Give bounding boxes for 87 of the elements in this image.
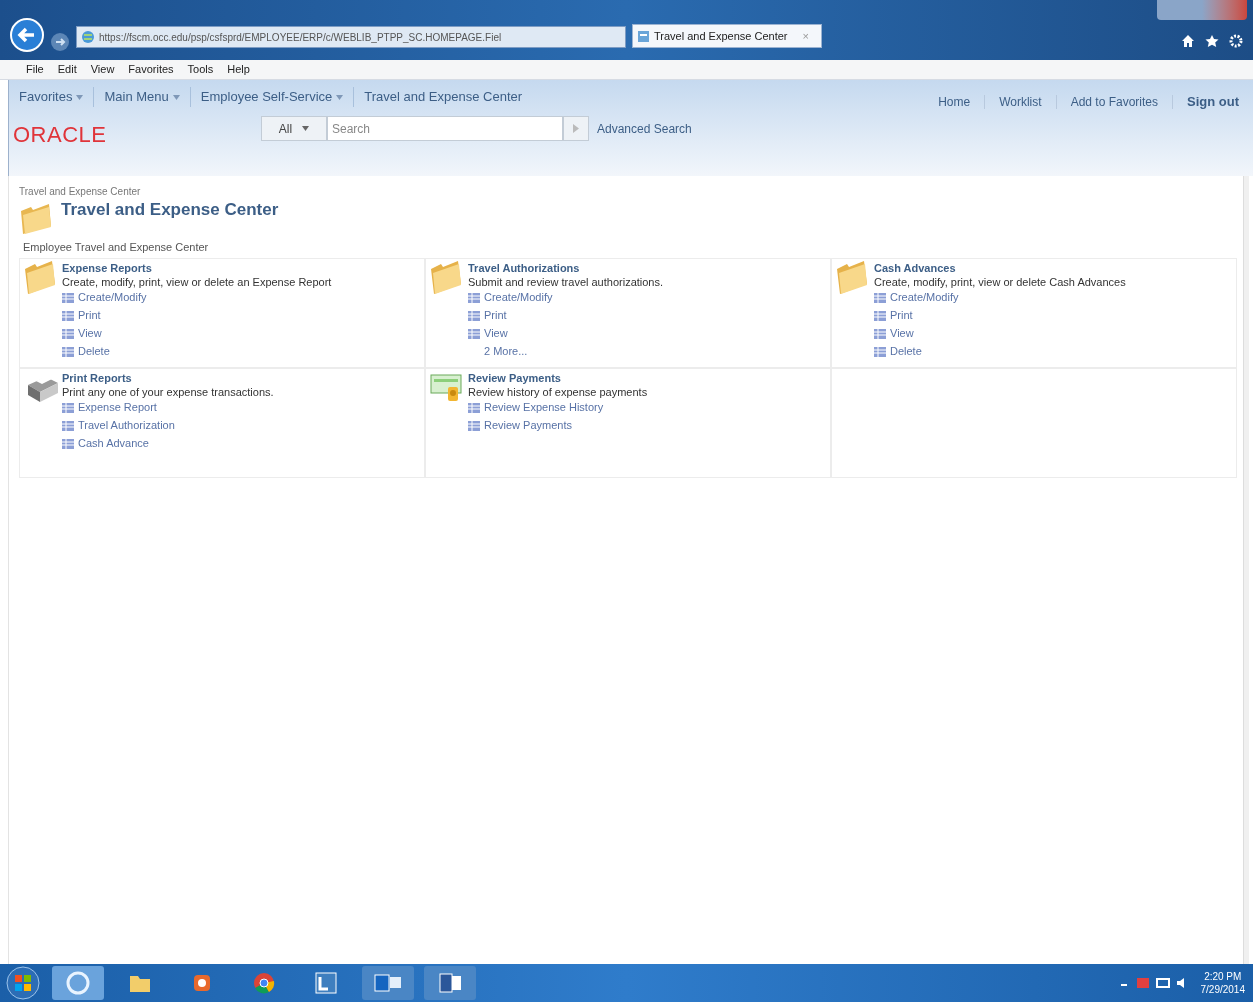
tile-link[interactable]: Delete — [890, 343, 922, 360]
menu-item[interactable]: Tools — [187, 61, 214, 78]
list-icon — [62, 310, 74, 321]
header-link[interactable]: Worklist — [999, 92, 1042, 111]
menu-item[interactable]: Help — [227, 61, 250, 78]
start-button[interactable] — [4, 965, 42, 1001]
mail-icon[interactable] — [362, 966, 414, 1000]
tile-link[interactable]: Create/Modify — [78, 289, 147, 306]
list-icon — [874, 292, 886, 303]
list-icon — [468, 328, 480, 339]
tile-link[interactable]: Print — [78, 307, 101, 324]
tile-link[interactable]: View — [78, 325, 102, 342]
list-icon — [62, 346, 74, 357]
nav-menu-item[interactable]: Employee Self-Service — [200, 87, 333, 107]
tile-link[interactable]: Travel Authorization — [78, 417, 175, 434]
tile-link[interactable]: Create/Modify — [484, 289, 553, 306]
list-icon — [874, 346, 886, 357]
tile-description: Submit and review travel authorizations. — [468, 274, 664, 289]
tile-link[interactable]: Cash Advance — [78, 435, 149, 452]
caret-icon[interactable] — [302, 126, 310, 131]
list-icon — [468, 310, 480, 321]
search-field[interactable]: Search — [327, 116, 563, 141]
scope-dropdown[interactable]: All — [261, 116, 327, 141]
tile-link[interactable]: Expense Report — [78, 399, 157, 416]
list-icon — [62, 438, 74, 449]
tile-title[interactable]: Travel Authorizations — [468, 260, 664, 275]
list-icon — [62, 420, 74, 431]
list-icon — [62, 292, 74, 303]
folder-icon — [19, 201, 53, 235]
page-icon — [637, 29, 650, 43]
header-link[interactable]: Sign out — [1187, 92, 1239, 112]
tile-link[interactable]: Print — [484, 307, 507, 324]
tile-link[interactable]: View — [484, 325, 508, 342]
tile-description: Create, modify, print, view or delete Cash Advances — [874, 274, 1126, 289]
menu-item[interactable]: View — [90, 61, 115, 78]
tab-title: Travel and Expense Center — [654, 28, 789, 44]
section-label: Employee Travel and Expense Center — [23, 240, 210, 255]
tile-title[interactable]: Print Reports — [62, 370, 274, 385]
nav-menu-item[interactable]: Main Menu — [104, 87, 169, 107]
menu-item[interactable]: Edit — [57, 61, 77, 78]
back-icon[interactable] — [10, 18, 44, 52]
page-title: Travel and Expense Center — [61, 199, 279, 222]
tile-description: Review history of expense payments — [468, 384, 648, 399]
tile-link[interactable]: Print — [890, 307, 913, 324]
settings-icon[interactable] — [1229, 34, 1243, 48]
list-icon — [468, 420, 480, 431]
globe-icon — [81, 30, 95, 44]
folder-icon — [836, 260, 870, 295]
star-icon[interactable] — [1205, 34, 1219, 48]
advanced-search-link[interactable]: Advanced Search — [597, 119, 692, 138]
date-text: 7/29/2014 — [1200, 983, 1245, 996]
tile-link[interactable]: Review Payments — [484, 417, 573, 434]
time-text: 2:20 PM — [1204, 970, 1242, 983]
more-link[interactable]: 2 More... — [484, 343, 528, 360]
address-bar[interactable]: https://fscm.occ.edu/psp/csfsprd/EMPLOYEE/ERP/c/WEBLIB_PTPP_SC.HOMEPAGE.Fiel — [76, 26, 626, 48]
logo: ORACLE — [13, 121, 108, 149]
folder-icon — [24, 260, 58, 295]
list-icon — [874, 310, 886, 321]
folder-icon — [430, 260, 464, 295]
home-icon[interactable] — [1181, 34, 1195, 48]
nav-menu-item[interactable]: Favorites — [19, 87, 73, 107]
tile-title[interactable]: Cash Advances — [874, 260, 1126, 275]
tile-link[interactable]: Review Expense History — [484, 399, 604, 416]
list-icon — [874, 328, 886, 339]
tile-description: Create, modify, print, view or delete an Expense Report — [62, 274, 332, 289]
clock[interactable]: 2:20 PM 7/29/2014 — [1196, 970, 1249, 996]
tile-link[interactable]: Delete — [78, 343, 110, 360]
forward-icon[interactable] — [50, 32, 70, 52]
tile-title[interactable]: Expense Reports — [62, 260, 332, 275]
tile-description: Print any one of your expense transactions. — [62, 384, 274, 399]
list-icon — [468, 292, 480, 303]
header-link[interactable]: Home — [938, 92, 971, 111]
list-icon — [468, 402, 480, 413]
header-link[interactable]: Add to Favorites — [1070, 92, 1158, 111]
list-icon — [62, 402, 74, 413]
list-icon — [62, 328, 74, 339]
menu-item[interactable]: Favorites — [128, 61, 174, 78]
close-button[interactable]: × — [802, 27, 809, 45]
browser-tab[interactable]: Travel and Expense Center × — [632, 24, 822, 48]
nav-menu-item[interactable]: Travel and Expense Center — [364, 87, 523, 107]
document-icon[interactable] — [424, 966, 476, 1000]
breadcrumb: Travel and Expense Center — [19, 185, 142, 199]
tile-title[interactable]: Review Payments — [468, 370, 648, 385]
url-text: https://fscm.occ.edu/psp/csfsprd/EMPLOYEE/ERP/c/WEBLIB_PTPP_SC.HOMEPAGE.Fiel — [99, 30, 503, 45]
tile-link[interactable]: View — [890, 325, 914, 342]
tile-link[interactable]: Create/Modify — [890, 289, 959, 306]
menu-item[interactable]: File — [26, 61, 44, 78]
